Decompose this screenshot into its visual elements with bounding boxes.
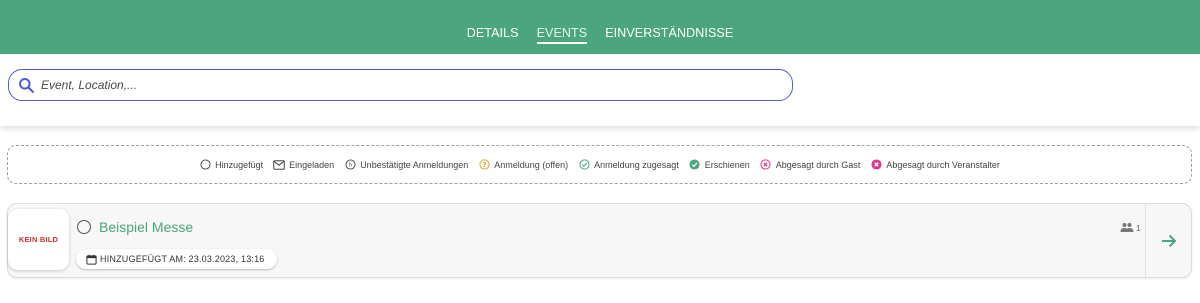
- people-icon: [1120, 222, 1136, 233]
- search-icon: [18, 77, 35, 94]
- guest-count-value: 1: [1136, 222, 1141, 233]
- guest-count: 1: [1120, 222, 1141, 233]
- legend-item-anmeldung-zugesagt: Anmeldung zugesagt: [578, 159, 679, 171]
- legend-label: Abgesagt durch Veranstalter: [886, 159, 1000, 170]
- circle-outline-icon: [199, 159, 211, 171]
- event-thumbnail: KEIN BILD: [8, 209, 69, 270]
- x-circle-outline-icon: [760, 159, 772, 171]
- added-date-chip: HINZUGEFÜGT AM: 23.03.2023, 13:16: [76, 249, 277, 269]
- unconfirmed-icon: h: [344, 159, 356, 171]
- event-card[interactable]: KEIN BILD Beispiel Messe HINZUGEFÜGT AM:…: [7, 203, 1192, 278]
- arrow-right-icon: [1160, 232, 1178, 250]
- search-box[interactable]: [8, 69, 793, 101]
- svg-text:?: ?: [482, 161, 486, 169]
- tab-events[interactable]: EVENTS: [528, 27, 597, 45]
- added-date-label: HINZUGEFÜGT AM: 23.03.2023, 13:16: [100, 254, 265, 264]
- check-circle-filled-icon: [689, 159, 701, 171]
- x-circle-filled-icon: [870, 159, 882, 171]
- top-navigation-bar: DETAILS EVENTS EINVERSTÄNDNISSE: [0, 0, 1200, 54]
- tab-bar: DETAILS EVENTS EINVERSTÄNDNISSE: [458, 27, 743, 45]
- legend-label: Hinzugefügt: [215, 159, 264, 170]
- legend-item-abgesagt-veranstalter: Abgesagt durch Veranstalter: [870, 159, 1000, 171]
- legend-item-erschienen: Erschienen: [689, 159, 750, 171]
- legend-item-unbestaetigt: h Unbestätigte Anmeldungen: [344, 159, 468, 171]
- check-circle-outline-icon: [578, 159, 590, 171]
- legend-item-eingeladen: Eingeladen: [273, 159, 334, 171]
- search-input[interactable]: [41, 78, 741, 92]
- legend-item-abgesagt-gast: Abgesagt durch Gast: [760, 159, 861, 171]
- thumbnail-placeholder-text: KEIN BILD: [18, 235, 59, 244]
- legend-label: Abgesagt durch Gast: [775, 159, 861, 170]
- legend-item-anmeldung-offen: ? Anmeldung (offen): [478, 159, 568, 171]
- legend-label: Erschienen: [704, 159, 750, 170]
- legend-label: Unbestätigte Anmeldungen: [360, 159, 469, 170]
- legend-label: Eingeladen: [289, 159, 335, 170]
- legend-label: Anmeldung zugesagt: [594, 159, 679, 170]
- tab-details[interactable]: DETAILS: [458, 27, 528, 45]
- envelope-icon: [273, 159, 285, 171]
- legend-label: Anmeldung (offen): [494, 159, 569, 170]
- calendar-icon: [86, 254, 100, 265]
- event-title[interactable]: Beispiel Messe: [99, 219, 193, 235]
- search-bar-section: [0, 54, 1200, 126]
- question-circle-icon: ?: [478, 159, 490, 171]
- status-legend: Hinzugefügt Eingeladen h Unbestätigte An…: [7, 145, 1192, 184]
- legend-item-hinzugefuegt: Hinzugefügt: [199, 159, 263, 171]
- open-event-button[interactable]: [1146, 204, 1192, 277]
- tab-einverstaendnisse[interactable]: EINVERSTÄNDNISSE: [596, 27, 742, 45]
- svg-text:h: h: [348, 163, 352, 169]
- status-circle-icon: [77, 220, 91, 234]
